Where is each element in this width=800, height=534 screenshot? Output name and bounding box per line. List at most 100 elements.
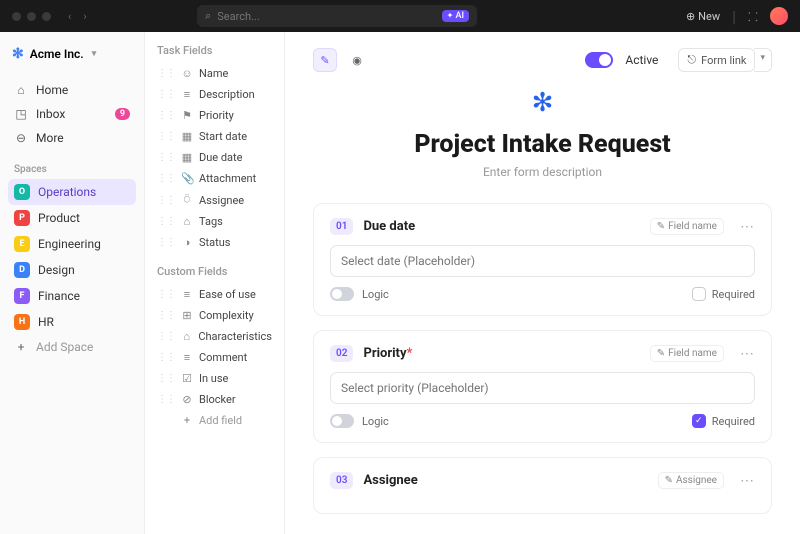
field-item[interactable]: ⋮⋮⌂Characteristics	[153, 326, 276, 347]
nav-inbox[interactable]: ◳Inbox9	[8, 102, 136, 126]
logic-toggle[interactable]	[330, 414, 354, 428]
field-label: Assignee	[199, 194, 244, 207]
cal-icon: ▦	[181, 151, 193, 164]
field-item[interactable]: ⋮⋮⌂Tags	[153, 211, 276, 232]
card-title[interactable]: Assignee	[363, 473, 417, 488]
space-name: Operations	[38, 185, 96, 199]
field-item[interactable]: ⋮⋮📎Attachment	[153, 168, 276, 189]
active-label: Active	[625, 53, 658, 67]
ai-badge[interactable]: ✦ AI	[442, 10, 469, 22]
drag-handle-icon[interactable]: ⋮⋮	[157, 237, 175, 248]
drag-handle-icon[interactable]: ⋮⋮	[157, 173, 175, 184]
field-label: Ease of use	[199, 288, 256, 301]
field-item[interactable]: ⋮⋮≡Ease of use	[153, 284, 276, 305]
form-field-card[interactable]: 03Assignee✎Assignee⋯	[313, 457, 772, 514]
field-item[interactable]: ⋮⋮☺Name	[153, 63, 276, 84]
card-menu-icon[interactable]: ⋯	[740, 219, 755, 235]
field-label: Blocker	[199, 393, 236, 406]
field-item[interactable]: ⋮⋮⊘Blocker	[153, 389, 276, 410]
required-checkbox[interactable]: ✓	[692, 414, 706, 428]
space-item-finance[interactable]: FFinance	[8, 283, 136, 309]
new-button[interactable]: ⊕New	[686, 10, 720, 23]
required-checkbox[interactable]	[692, 287, 706, 301]
field-item[interactable]: ⋮⋮☑In use	[153, 368, 276, 389]
logic-label: Logic	[362, 415, 389, 428]
drag-handle-icon[interactable]: ⋮⋮	[157, 131, 175, 142]
card-menu-icon[interactable]: ⋯	[740, 473, 755, 489]
field-item[interactable]: ⋮⋮≡Comment	[153, 347, 276, 368]
field-item[interactable]: ⋮⋮⚑Priority	[153, 105, 276, 126]
search-input[interactable]	[217, 10, 435, 23]
nav-home[interactable]: ⌂Home	[8, 78, 136, 102]
global-search[interactable]: ⌕ ✦ AI	[197, 5, 477, 27]
drag-handle-icon[interactable]: ⋮⋮	[157, 152, 175, 163]
drag-handle-icon[interactable]: ⋮⋮	[157, 110, 175, 121]
form-description[interactable]: Enter form description	[313, 165, 772, 179]
person-icon: ⍥	[181, 193, 193, 207]
nav-more[interactable]: ⊖More	[8, 126, 136, 150]
form-field-card[interactable]: 02Priority*✎Field name⋯Logic✓Required	[313, 330, 772, 443]
form-title[interactable]: Project Intake Request	[313, 130, 772, 159]
workspace-switcher[interactable]: ✻ Acme Inc. ▾	[8, 42, 136, 66]
space-badge: P	[14, 210, 30, 226]
drag-handle-icon[interactable]: ⋮⋮	[157, 394, 175, 405]
preview-button[interactable]: ◉	[345, 48, 369, 72]
required-label: Required	[712, 415, 755, 428]
field-placeholder-input[interactable]	[330, 372, 755, 404]
field-item[interactable]: ⋮⋮▦Due date	[153, 147, 276, 168]
card-title[interactable]: Priority*	[363, 346, 412, 361]
required-label: Required	[712, 288, 755, 301]
space-item-engineering[interactable]: EEngineering	[8, 231, 136, 257]
drag-handle-icon[interactable]: ⋮⋮	[157, 310, 175, 321]
space-badge: H	[14, 314, 30, 330]
active-toggle[interactable]	[585, 52, 613, 68]
tag-icon: ⌂	[181, 215, 193, 228]
step-number: 01	[330, 218, 353, 235]
space-item-operations[interactable]: O Operations	[8, 179, 136, 205]
drag-handle-icon[interactable]: ⋮⋮	[157, 195, 175, 206]
plus-icon: ⊕	[686, 10, 695, 23]
form-builder-main: ✎ ◉ Active ⎋Form link ▾ ✻ Project Intake…	[285, 32, 800, 534]
logic-toggle[interactable]	[330, 287, 354, 301]
eye-icon: ◉	[352, 54, 362, 67]
card-menu-icon[interactable]: ⋯	[740, 346, 755, 362]
drag-handle-icon[interactable]: ⋮⋮	[157, 216, 175, 227]
user-avatar[interactable]	[770, 7, 788, 25]
drag-handle-icon[interactable]: ⋮⋮	[157, 89, 175, 100]
space-badge: O	[14, 184, 30, 200]
space-name: Product	[38, 211, 80, 225]
field-item[interactable]: ⋮⋮◑Status	[153, 232, 276, 253]
field-item[interactable]: ⋮⋮ ⍥ Assignee	[153, 189, 276, 211]
grid-icon: ⊞	[181, 309, 193, 322]
edit-mode-button[interactable]: ✎	[313, 48, 337, 72]
field-name-chip[interactable]: ✎Field name	[650, 345, 724, 362]
nav-forward-icon[interactable]: ›	[80, 10, 89, 23]
drag-handle-icon[interactable]: ⋮⋮	[157, 289, 175, 300]
space-item-product[interactable]: P Product	[8, 205, 136, 231]
card-title[interactable]: Due date	[363, 219, 415, 234]
form-logo-icon[interactable]: ✻	[532, 88, 554, 118]
add-space-button[interactable]: +Add Space	[8, 335, 136, 359]
drag-handle-icon[interactable]: ⋮⋮	[157, 68, 175, 79]
clip-icon: 📎	[181, 172, 193, 185]
add-field-button[interactable]: ⋮⋮+Add field	[153, 410, 276, 431]
form-link-dropdown[interactable]: ▾	[754, 48, 772, 72]
field-name-chip[interactable]: ✎Field name	[650, 218, 724, 235]
field-name-chip[interactable]: ✎Assignee	[658, 472, 724, 489]
space-item-design[interactable]: DDesign	[8, 257, 136, 283]
nav-back-icon[interactable]: ‹	[65, 10, 74, 23]
drag-handle-icon[interactable]: ⋮⋮	[157, 331, 175, 342]
field-item[interactable]: ⋮⋮≡Description	[153, 84, 276, 105]
field-label: Characteristics	[198, 330, 272, 343]
field-placeholder-input[interactable]	[330, 245, 755, 277]
link-icon: ⎋	[687, 53, 696, 67]
space-item-hr[interactable]: HHR	[8, 309, 136, 335]
home-icon: ⌂	[14, 83, 28, 97]
drag-handle-icon[interactable]: ⋮⋮	[157, 373, 175, 384]
form-link-button[interactable]: ⎋Form link	[678, 48, 755, 72]
apps-grid-icon[interactable]: ⸬	[748, 8, 758, 25]
field-item[interactable]: ⋮⋮▦Start date	[153, 126, 276, 147]
field-item[interactable]: ⋮⋮⊞Complexity	[153, 305, 276, 326]
form-field-card[interactable]: 01Due date✎Field name⋯LogicRequired	[313, 203, 772, 316]
drag-handle-icon[interactable]: ⋮⋮	[157, 352, 175, 363]
